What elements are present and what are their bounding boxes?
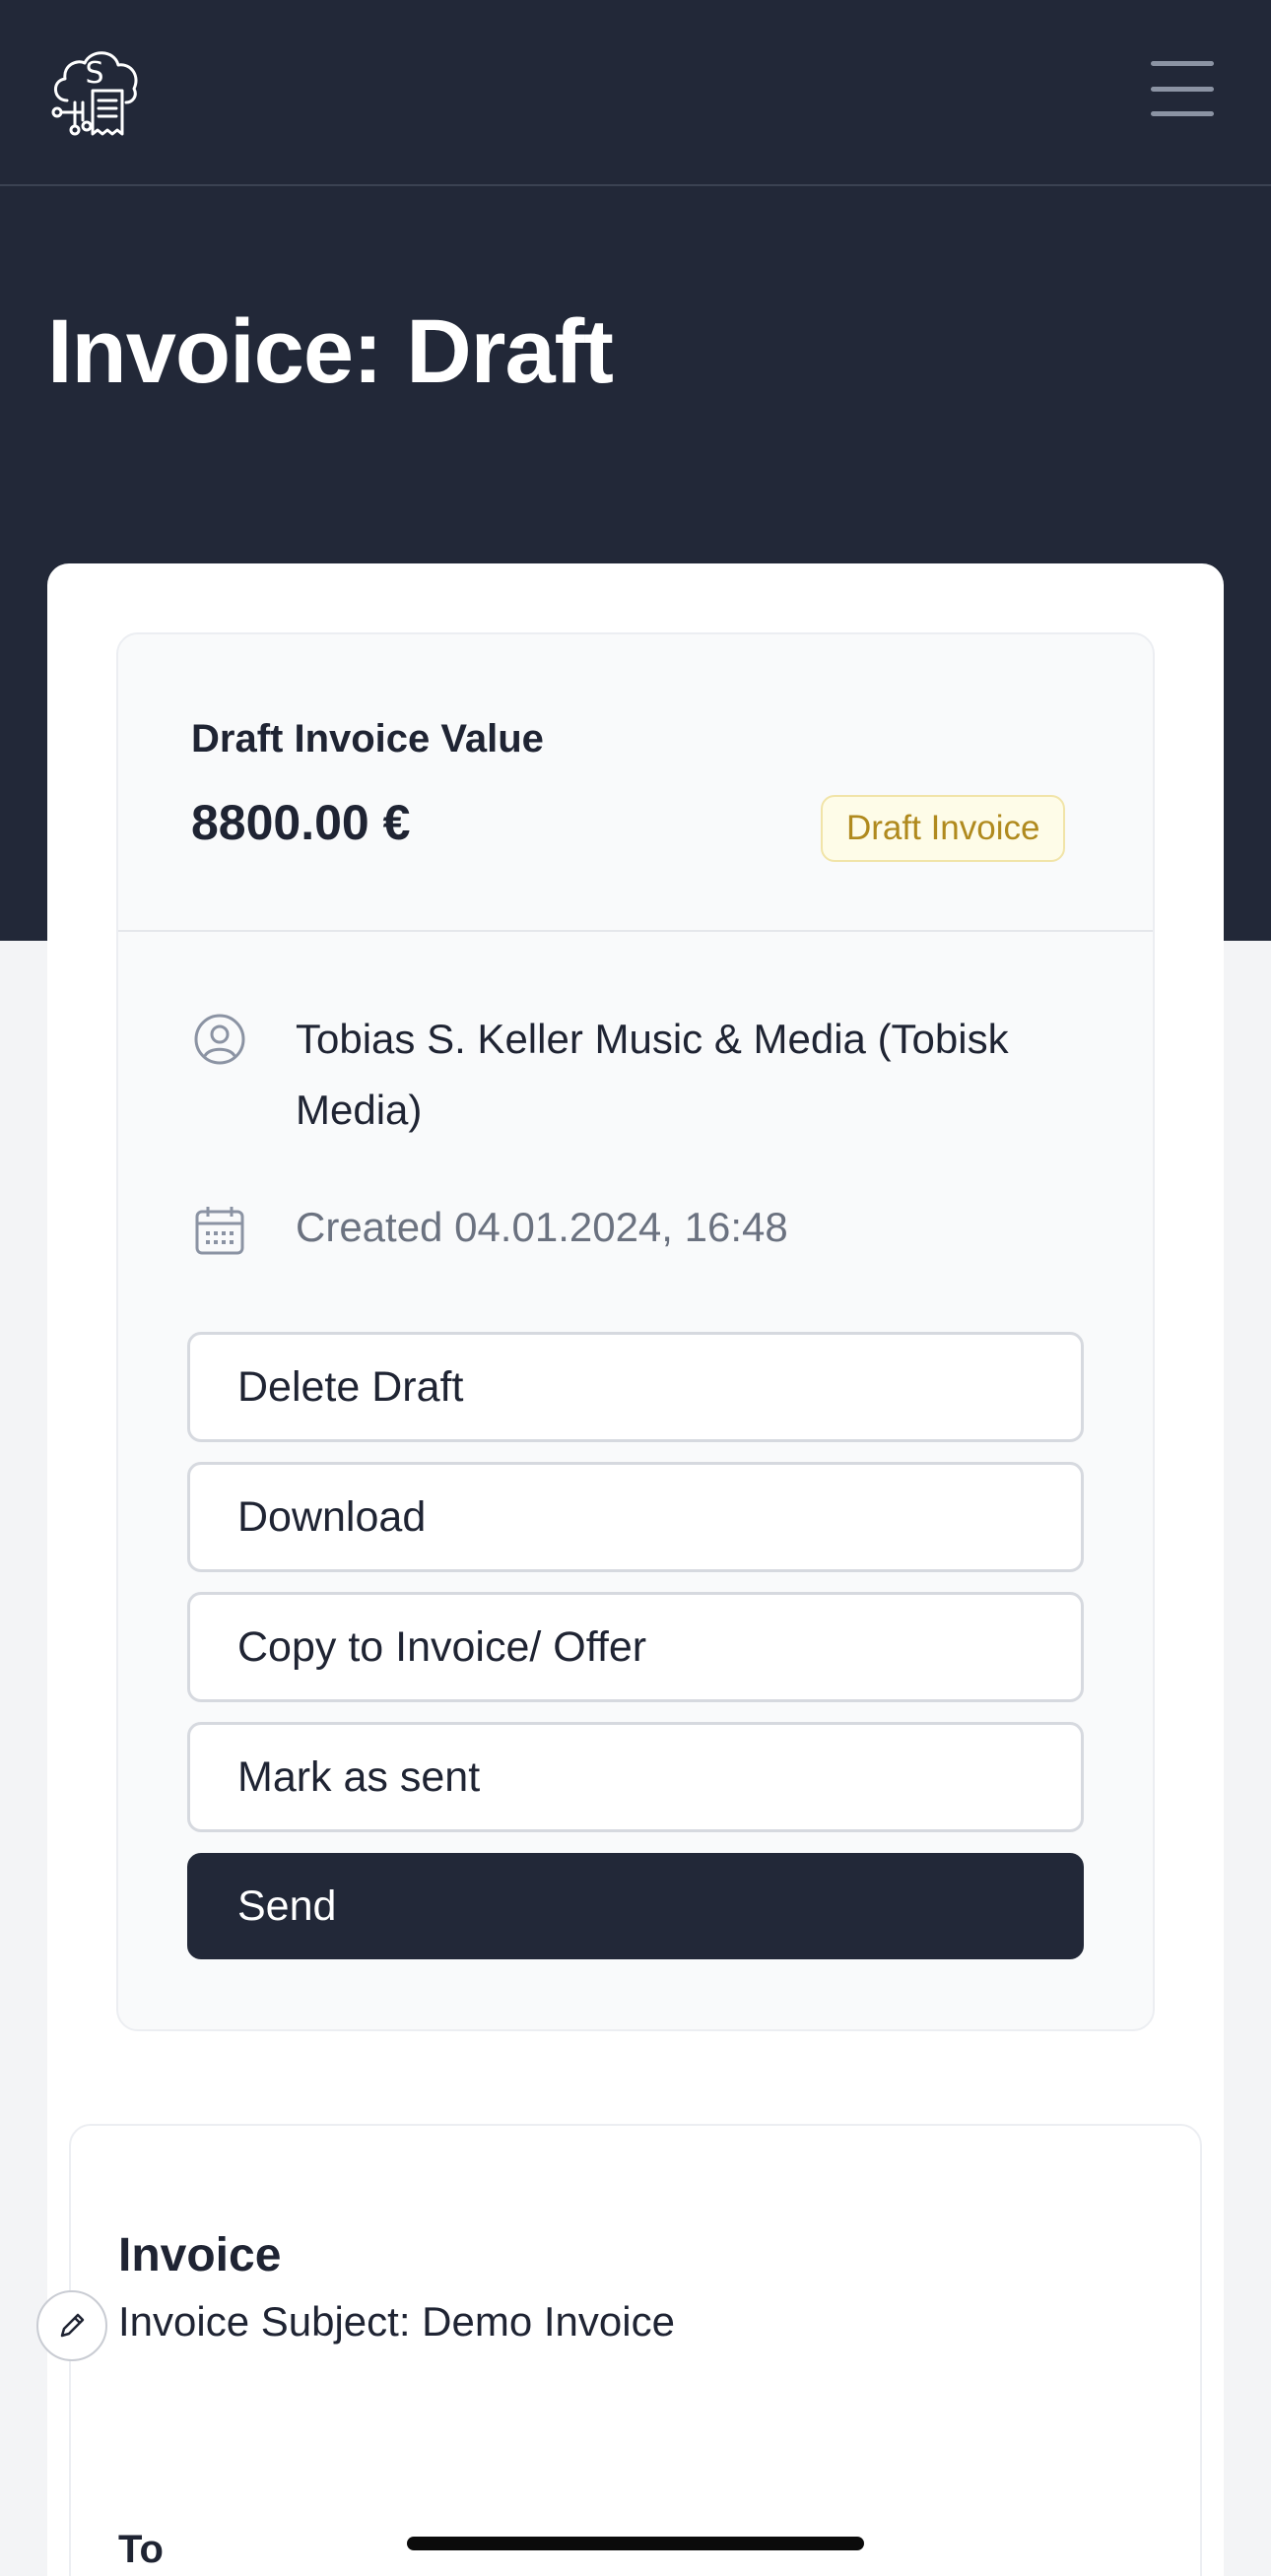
delete-draft-button[interactable]: Delete Draft bbox=[187, 1332, 1084, 1442]
send-button[interactable]: Send bbox=[187, 1853, 1084, 1959]
created-timestamp: Created 04.01.2024, 16:48 bbox=[296, 1204, 788, 1250]
document-type-heading: Invoice bbox=[118, 2229, 282, 2281]
invoice-value-label: Draft Invoice Value bbox=[191, 717, 544, 760]
recipient-label: To bbox=[118, 2528, 164, 2571]
copy-to-invoice-offer-button[interactable]: Copy to Invoice/ Offer bbox=[187, 1592, 1084, 1702]
invoice-value-amount: 8800.00 € bbox=[191, 795, 411, 850]
menu-line bbox=[1151, 61, 1214, 66]
status-badge: Draft Invoice bbox=[821, 795, 1066, 862]
page-title: Invoice: Draft bbox=[47, 301, 614, 402]
calendar-icon bbox=[195, 1207, 244, 1255]
download-button[interactable]: Download bbox=[187, 1462, 1084, 1572]
edit-button[interactable] bbox=[36, 2290, 107, 2361]
client-name: Tobias S. Keller Music & Media (Tobisk M… bbox=[296, 1016, 1009, 1133]
menu-line bbox=[1151, 86, 1214, 92]
user-circle-icon bbox=[194, 1014, 245, 1065]
top-navigation-bar: S bbox=[0, 0, 1271, 186]
menu-line bbox=[1151, 111, 1214, 116]
invoice-document-preview bbox=[69, 2124, 1202, 2576]
cloud-invoice-logo-icon[interactable]: S bbox=[47, 41, 142, 140]
home-indicator bbox=[407, 2537, 864, 2550]
invoice-subject: Invoice Subject: Demo Invoice bbox=[118, 2298, 675, 2345]
pencil-icon bbox=[60, 2313, 85, 2338]
mark-as-sent-button[interactable]: Mark as sent bbox=[187, 1722, 1084, 1832]
summary-header: Draft Invoice Value 8800.00 € Draft Invo… bbox=[118, 634, 1153, 932]
svg-text:S: S bbox=[85, 56, 103, 91]
hamburger-menu-icon[interactable] bbox=[1151, 61, 1214, 116]
